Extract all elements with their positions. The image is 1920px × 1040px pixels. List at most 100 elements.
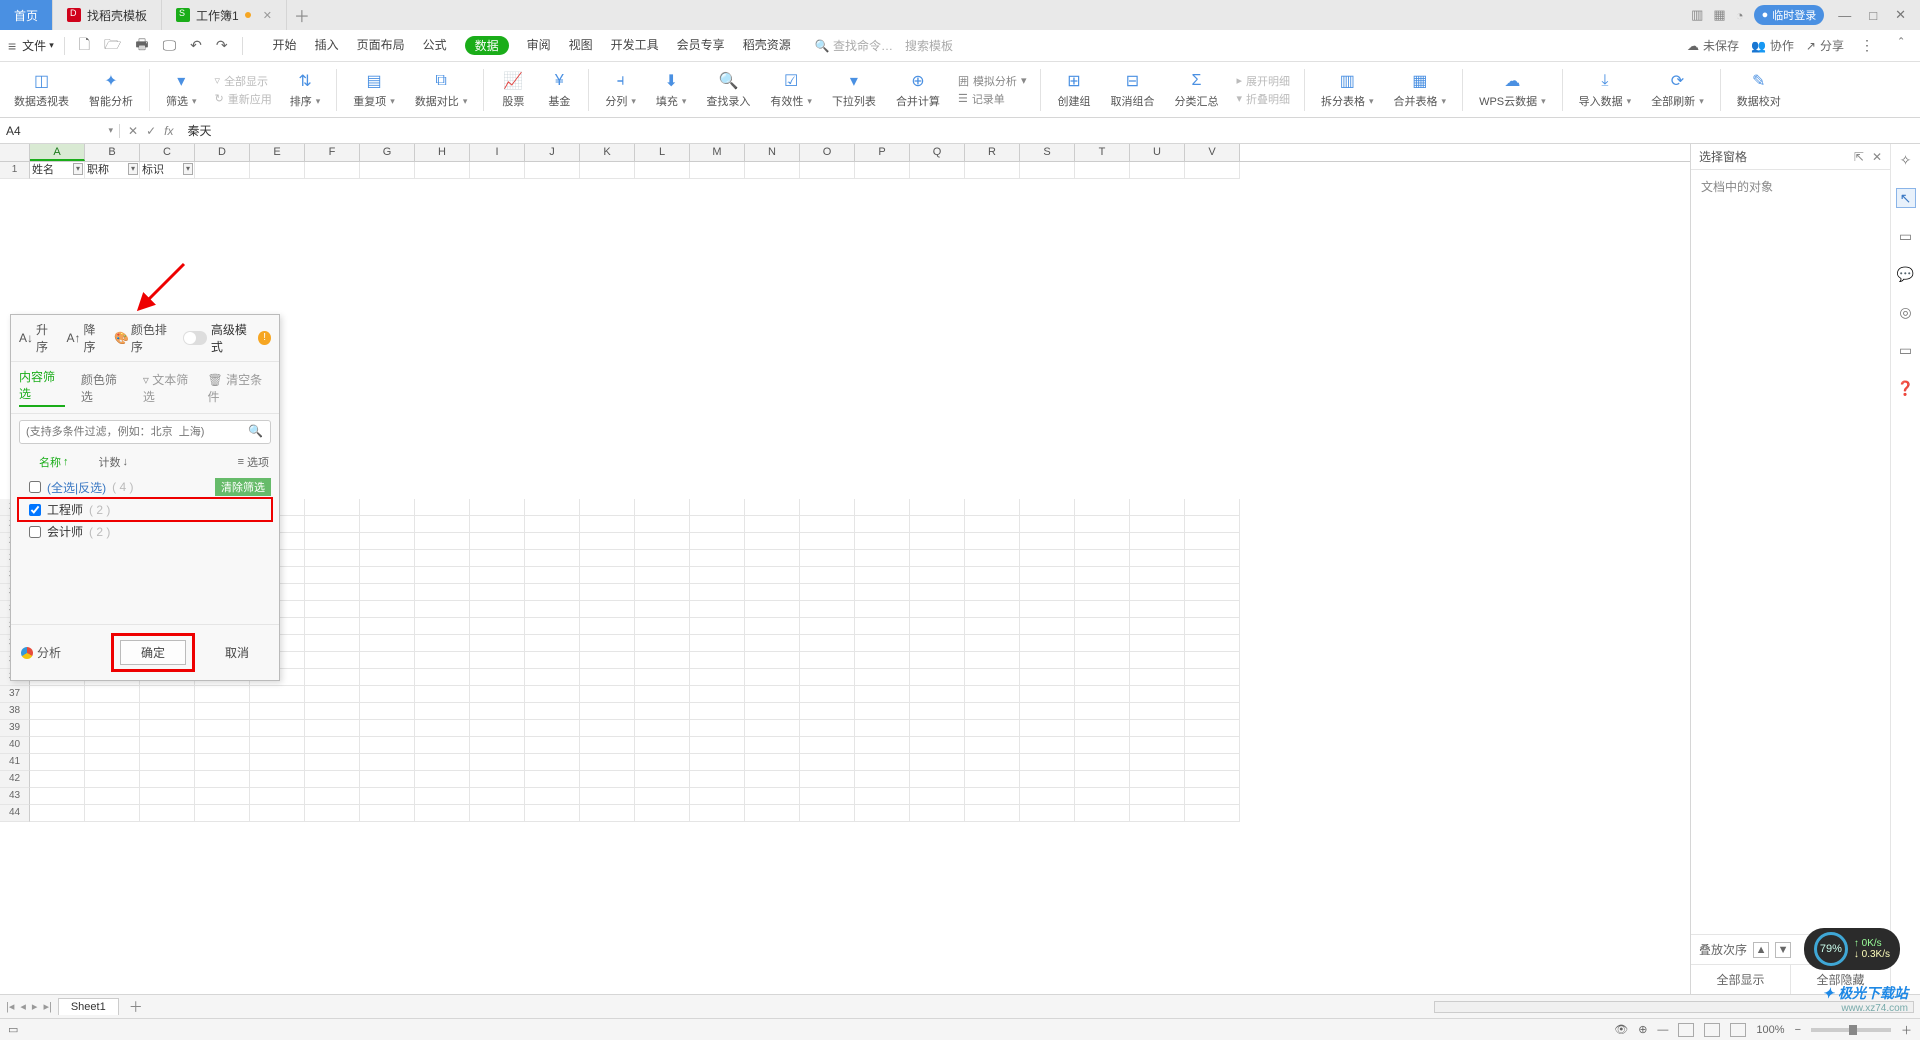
cell[interactable] — [470, 737, 525, 754]
cell[interactable] — [1130, 771, 1185, 788]
col-header-K[interactable]: K — [580, 144, 635, 161]
cell[interactable] — [1185, 584, 1240, 601]
open-icon[interactable]: 🗁 — [100, 34, 125, 58]
new-icon[interactable]: 🗋 — [75, 34, 94, 58]
cell[interactable] — [690, 635, 745, 652]
simulate-button[interactable]: 囲 模拟分析 ▾ — [958, 73, 1027, 89]
cell[interactable] — [800, 669, 855, 686]
cell[interactable] — [140, 720, 195, 737]
cell[interactable] — [745, 499, 800, 516]
cell[interactable] — [195, 788, 250, 805]
cell[interactable] — [360, 788, 415, 805]
cell[interactable] — [525, 584, 580, 601]
col-header-R[interactable]: R — [965, 144, 1020, 161]
row-header[interactable]: 41 — [0, 754, 30, 771]
cell[interactable] — [580, 754, 635, 771]
cell[interactable] — [305, 601, 360, 618]
row-header[interactable]: 38 — [0, 703, 30, 720]
cell[interactable] — [690, 162, 745, 179]
cell[interactable] — [360, 567, 415, 584]
cell[interactable] — [470, 754, 525, 771]
cell[interactable] — [580, 720, 635, 737]
cell[interactable] — [690, 550, 745, 567]
cell[interactable] — [1185, 516, 1240, 533]
cell[interactable] — [85, 771, 140, 788]
expand-detail-button[interactable]: ▸ 展开明细 — [1236, 73, 1290, 89]
cancel-input-icon[interactable]: ✕ — [128, 124, 138, 138]
filter-dropdown-button[interactable]: ▾ — [128, 163, 138, 175]
cell[interactable] — [470, 788, 525, 805]
cell[interactable] — [580, 805, 635, 822]
cell[interactable] — [1075, 601, 1130, 618]
cell[interactable] — [745, 754, 800, 771]
cell[interactable] — [580, 686, 635, 703]
cell[interactable] — [525, 720, 580, 737]
side-chat-icon[interactable]: 💬 — [1896, 264, 1916, 284]
cell[interactable] — [360, 516, 415, 533]
zoom-value[interactable]: 100% — [1756, 1024, 1784, 1036]
cell[interactable] — [635, 754, 690, 771]
cell[interactable] — [305, 533, 360, 550]
cell[interactable] — [1130, 805, 1185, 822]
cell[interactable] — [1075, 635, 1130, 652]
ribbon-cloud[interactable]: ☁WPS云数据 — [1471, 70, 1554, 109]
pin-icon[interactable]: ⇱ — [1854, 150, 1864, 164]
cell[interactable] — [1185, 720, 1240, 737]
cell[interactable] — [965, 635, 1020, 652]
cell[interactable] — [1020, 601, 1075, 618]
cell[interactable] — [305, 669, 360, 686]
cell[interactable] — [250, 805, 305, 822]
cell[interactable] — [800, 703, 855, 720]
cell[interactable] — [415, 754, 470, 771]
cell[interactable] — [415, 550, 470, 567]
cell[interactable] — [580, 788, 635, 805]
cell[interactable] — [1185, 162, 1240, 179]
cell[interactable] — [140, 788, 195, 805]
cell[interactable] — [745, 584, 800, 601]
cell[interactable] — [965, 162, 1020, 179]
cell[interactable] — [1185, 703, 1240, 720]
cell[interactable] — [800, 754, 855, 771]
cell[interactable] — [965, 618, 1020, 635]
cell[interactable] — [965, 703, 1020, 720]
cell[interactable] — [800, 533, 855, 550]
cell[interactable] — [745, 669, 800, 686]
cell[interactable] — [30, 703, 85, 720]
horizontal-scrollbar[interactable] — [153, 1001, 1914, 1013]
cell[interactable] — [1075, 652, 1130, 669]
cell[interactable] — [525, 771, 580, 788]
cell[interactable] — [745, 805, 800, 822]
reapply-button[interactable]: ↻ 重新应用 — [215, 91, 272, 107]
cell[interactable] — [360, 805, 415, 822]
cell[interactable] — [580, 499, 635, 516]
cell[interactable] — [1130, 499, 1185, 516]
col-header-N[interactable]: N — [745, 144, 800, 161]
cell[interactable] — [745, 162, 800, 179]
window-maximize-button[interactable]: □ — [1865, 8, 1881, 23]
cell[interactable] — [360, 499, 415, 516]
cell[interactable] — [305, 516, 360, 533]
ribbon-refresh[interactable]: ⟳全部刷新 — [1643, 70, 1712, 109]
ribbon-splitsheet[interactable]: ▥拆分表格 — [1313, 70, 1382, 109]
cell[interactable] — [470, 669, 525, 686]
coop-button[interactable]: 👥 协作 — [1751, 37, 1794, 54]
cell[interactable] — [525, 516, 580, 533]
print-icon[interactable]: 🖶 — [131, 34, 152, 58]
cell[interactable] — [360, 550, 415, 567]
cell[interactable] — [140, 686, 195, 703]
cell[interactable] — [910, 788, 965, 805]
cell[interactable] — [580, 550, 635, 567]
cell[interactable] — [855, 499, 910, 516]
cell[interactable] — [525, 686, 580, 703]
record-form-button[interactable]: ☰ 记录单 — [958, 91, 1027, 107]
cell[interactable] — [580, 601, 635, 618]
cell[interactable] — [910, 703, 965, 720]
show-all-button[interactable]: ▿ 全部显示 — [215, 73, 272, 89]
cell[interactable] — [470, 601, 525, 618]
cell[interactable] — [1130, 669, 1185, 686]
ribbon-dropdown[interactable]: ▾下拉列表 — [824, 70, 884, 109]
cell[interactable] — [745, 788, 800, 805]
cell[interactable] — [690, 499, 745, 516]
cell[interactable] — [635, 162, 690, 179]
cell[interactable] — [1020, 805, 1075, 822]
